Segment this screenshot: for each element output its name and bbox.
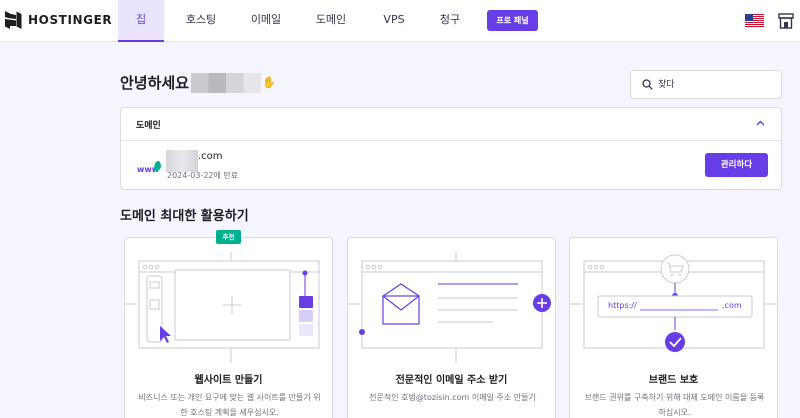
nav-tab-billing[interactable]: 청구 [427, 0, 473, 42]
nav-tab-billing-label: 청구 [439, 13, 461, 26]
store-icon[interactable] [778, 13, 794, 29]
redacted-domain-name [166, 150, 198, 172]
url-suffix: .com [722, 301, 742, 310]
hostinger-logo[interactable]: HOSTINGER [5, 11, 112, 29]
feature-title-email: 전문적인 이메일 주소 받기 [395, 375, 508, 386]
nav-tab-vps[interactable]: VPS [371, 0, 417, 42]
nav-tab-domains[interactable]: 도메인 [308, 0, 354, 42]
nav-tab-hosting[interactable]: 호스팅 [178, 0, 224, 42]
feature-title-brand: 브랜드 보호 [648, 375, 699, 386]
www-domain-icon: www [137, 161, 161, 174]
nav-tab-email-label: 이메일 [250, 13, 282, 26]
pro-panel-button[interactable]: 프로 패널 [487, 10, 538, 31]
us-flag-icon[interactable] [745, 14, 764, 27]
feature-title-website: 웹사이트 만들기 [194, 375, 263, 386]
nav-tab-vps-label: VPS [383, 13, 405, 26]
email-illustration [348, 252, 551, 363]
feature-desc-email: 전문적인 호벙@tozisin.com 이메일 주소 만들기 [369, 393, 536, 402]
manage-domain-button[interactable]: 관리하다 [705, 153, 768, 177]
top-navigation: HOSTINGER 집 호스팅 이메일 도메인 VPS 청구 프로 패널 [0, 0, 800, 42]
domains-card-title: 도메인 [136, 121, 161, 131]
nav-tab-domains-label: 도메인 [315, 13, 347, 26]
domain-expiry-date: 2024-03-22에 만료 [167, 171, 239, 180]
domain-name-suffix: .com [198, 151, 223, 162]
domains-card: 도메인 www .com 2024-03-22에 만료 관리하다 [120, 107, 782, 190]
greeting: 안녕하세요 ✋ [120, 72, 276, 93]
feature-card-brand[interactable]: https:// .com 브랜드 보호 브랜드 권위를 구축하기 위해 대체 … [569, 237, 778, 418]
url-prefix: https:// [608, 301, 637, 310]
wave-hand-icon: ✋ [262, 76, 276, 89]
greeting-text: 안녕하세요 [120, 74, 190, 92]
recommended-badge: 추천 [216, 230, 241, 244]
nav-tab-hosting-label: 호스팅 [185, 13, 217, 26]
feature-desc-brand: 브랜드 권위를 구축하기 위해 대체 도메인 이름을 등록하십시오. [584, 393, 765, 417]
nav-tab-home[interactable]: 집 [118, 0, 164, 42]
website-builder-illustration [125, 252, 320, 363]
feature-card-website[interactable]: 웹사이트 만들기 비즈니스 또는 개인 요구에 맞는 웹 사이트를 만들기 위한… [124, 237, 333, 418]
search-box[interactable] [630, 70, 782, 99]
brand-protection-illustration [570, 254, 777, 352]
feature-desc-website: 비즈니스 또는 개인 요구에 맞는 웹 사이트를 만들기 위한 호스팅 계획을 … [138, 393, 321, 417]
search-icon [642, 79, 653, 90]
domains-card-header[interactable]: 도메인 [121, 108, 781, 141]
chevron-up-icon[interactable] [756, 120, 765, 126]
search-input[interactable] [658, 76, 776, 94]
hostinger-logo-icon [5, 11, 22, 29]
redacted-user-name [191, 72, 262, 93]
section-title: 도메인 최대한 활용하기 [120, 209, 249, 224]
nav-tab-email[interactable]: 이메일 [243, 0, 289, 42]
feature-card-email[interactable]: 전문적인 이메일 주소 받기 전문적인 호벙@tozisin.com 이메일 주… [347, 237, 556, 418]
brand-name: HOSTINGER [28, 13, 113, 27]
nav-tab-home-label: 집 [135, 13, 147, 26]
